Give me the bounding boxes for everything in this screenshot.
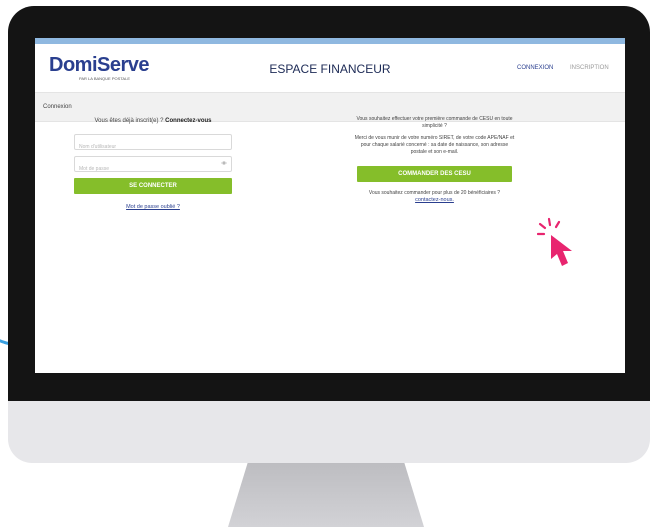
password-field-wrapper [74,156,232,175]
forgot-password-link[interactable]: Mot de passe oublié ? [74,204,232,210]
eye-icon[interactable] [221,160,227,166]
username-input[interactable] [75,141,204,153]
monitor-stand [228,463,424,527]
nav-connexion-link[interactable]: CONNEXION [517,65,553,71]
bulk-order-text: Vous souhaitez commander pour plus de 20… [368,190,501,196]
nav-inscription-link[interactable]: INSCRIPTION [570,65,609,71]
monitor-chin [8,401,650,463]
login-panel: Vous êtes déjà inscrit(e) ? Connectez-vo… [74,118,232,210]
contact-us-link[interactable]: contactez-nous. [353,197,516,204]
hand-cursor-icon [537,217,572,266]
site-header: DomiServe PAR LA BANQUE POSTALE ESPACE F… [35,44,625,93]
order-intro-text: Vous souhaitez effectuer votre première … [356,116,513,129]
breadcrumb-current: Connexion [43,104,72,110]
order-cesu-button[interactable]: COMMANDER DES CESU [357,166,512,182]
username-field-wrapper [74,134,232,153]
order-panel: Vous souhaitez effectuer votre première … [353,116,516,204]
password-input[interactable] [75,163,204,175]
login-prompt-bold: Connectez-vous [165,118,212,124]
login-prompt: Vous êtes déjà inscrit(e) ? Connectez-vo… [94,118,212,124]
order-instructions-text: Merci de vous munir de votre numéro SIRE… [354,135,515,155]
login-button[interactable]: SE CONNECTER [74,178,232,194]
